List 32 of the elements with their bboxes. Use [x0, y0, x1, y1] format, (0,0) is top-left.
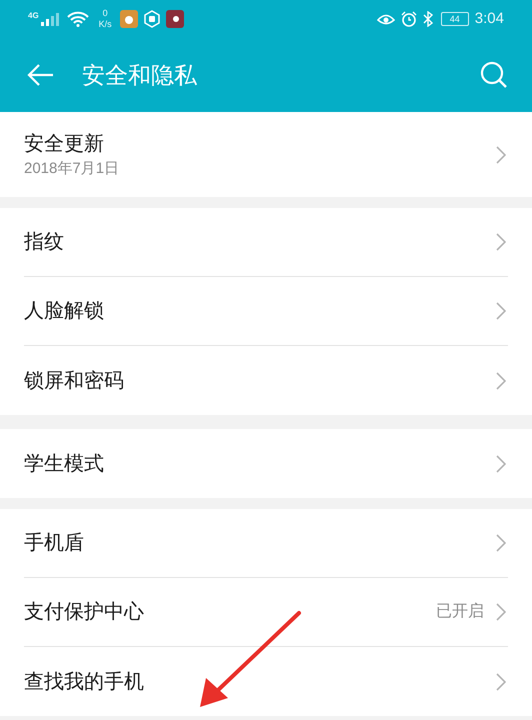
chevron-right-icon — [496, 454, 506, 472]
speed-value: 0 — [102, 8, 108, 19]
row-title: 安全更新 — [24, 132, 105, 156]
chevron-right-icon — [496, 672, 506, 690]
row-title: 查找我的手机 — [24, 670, 145, 694]
row-title: 人脸解锁 — [24, 299, 105, 324]
chevron-right-icon — [496, 372, 506, 390]
row-title: 支付保护中心 — [24, 600, 145, 625]
chevron-right-icon — [496, 534, 506, 552]
back-arrow-icon — [26, 63, 54, 87]
row-value: 已开启 — [436, 602, 484, 622]
row-title: 锁屏和密码 — [24, 368, 125, 394]
clock-time: 3:04 — [474, 8, 504, 29]
chevron-right-icon — [496, 302, 506, 320]
battery-level: 44 — [450, 14, 460, 24]
chevron-right-icon — [496, 146, 506, 164]
search-icon — [480, 61, 508, 89]
bluetooth-icon — [422, 11, 433, 27]
eye-icon — [376, 12, 395, 26]
speed-unit: K/s — [98, 19, 112, 30]
wifi-icon — [66, 11, 89, 27]
row-title: 指纹 — [24, 230, 65, 255]
signal-icon — [40, 12, 61, 26]
row-title: 学生模式 — [24, 452, 105, 476]
row-subtitle: 2018年7月1日 — [24, 158, 120, 178]
page-title: 安全和隐私 — [82, 60, 197, 90]
chevron-right-icon — [496, 603, 506, 621]
alarm-icon — [400, 11, 417, 27]
network-label: 4G — [28, 10, 39, 22]
record-app-icon — [166, 10, 184, 28]
row-title: 手机盾 — [24, 531, 85, 556]
chevron-right-icon — [496, 233, 506, 251]
